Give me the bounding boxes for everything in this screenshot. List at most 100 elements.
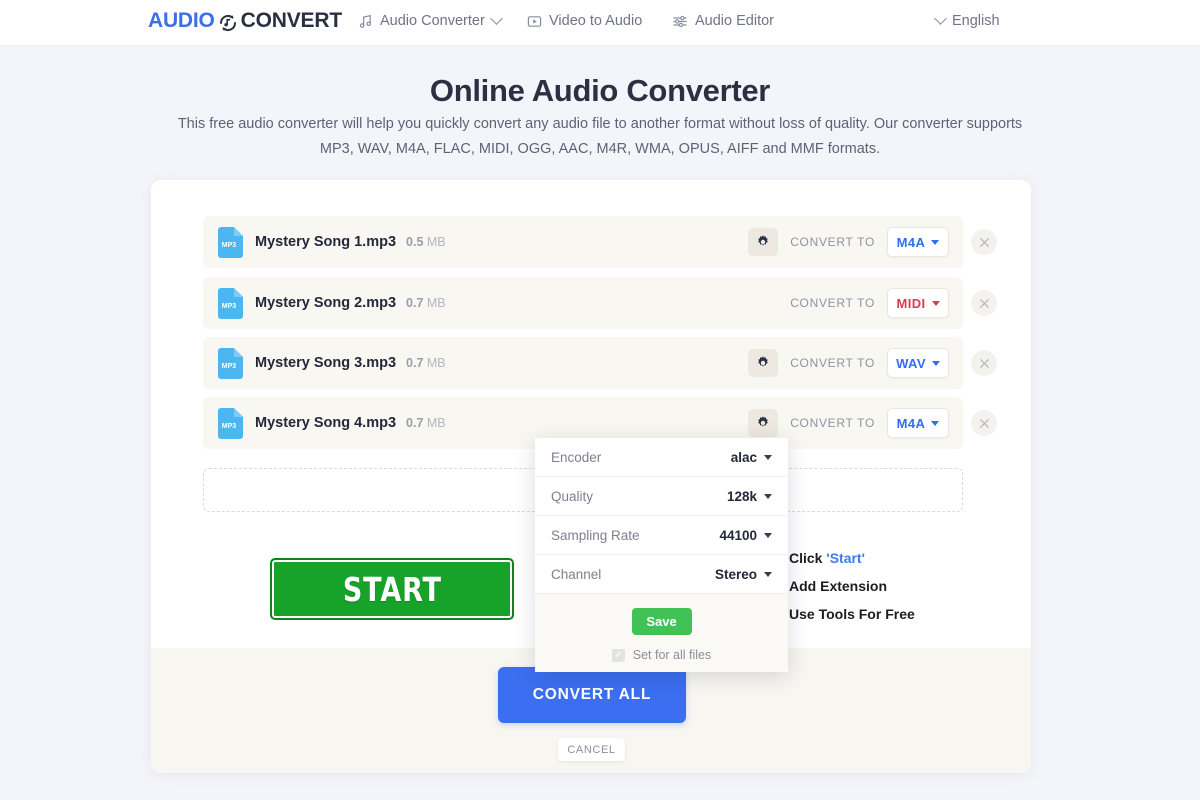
convert-to-label: CONVERT TO — [790, 416, 875, 430]
page-title: Online Audio Converter — [429, 73, 771, 108]
convert-to-label: CONVERT TO — [790, 296, 875, 310]
remove-file-button[interactable] — [971, 350, 997, 376]
setting-value-dropdown[interactable]: alac — [731, 450, 772, 465]
setting-value-dropdown[interactable]: Stereo — [715, 567, 772, 582]
setting-label: Channel — [551, 566, 602, 582]
nav-label-audio-converter: Audio Converter — [380, 13, 485, 29]
svg-text:MP3: MP3 — [222, 242, 237, 249]
chevron-down-icon — [931, 239, 940, 245]
file-name: Mystery Song 4.mp3 — [255, 415, 397, 431]
setting-row-channel[interactable]: Channel Stereo — [535, 555, 788, 594]
nav-item-video-to-audio[interactable]: Video to Audio — [527, 13, 642, 29]
file-size: 0.7 MB — [406, 416, 446, 430]
site-logo[interactable]: AUDIO CONVERT — [148, 9, 342, 33]
start-button-label: START — [342, 569, 442, 609]
convert-to-label: CONVERT TO — [790, 356, 875, 370]
logo-text-convert: CONVERT — [240, 9, 342, 32]
converter-card: MP3 Mystery Song 1.mp3 0.5 MB CONVERT TO… — [151, 180, 1031, 773]
row-controls: CONVERT TO MIDI — [790, 288, 963, 318]
chevron-down-icon — [934, 11, 947, 25]
video-play-icon — [527, 14, 542, 29]
music-note-icon — [358, 14, 373, 29]
language-label: English — [952, 13, 1000, 29]
setting-label: Sampling Rate — [551, 527, 640, 543]
table-row[interactable]: MP3 Mystery Song 1.mp3 0.5 MB CONVERT TO… — [203, 216, 997, 268]
start-button[interactable]: START — [270, 558, 514, 620]
top-navigation-bar: AUDIO CONVERT Audio Converter Video to A… — [0, 0, 1200, 46]
save-button[interactable]: Save — [631, 608, 692, 635]
ad-line-3: Use Tools For Free — [789, 606, 915, 622]
format-dropdown[interactable]: WAV — [887, 348, 949, 378]
mp3-file-icon: MP3 — [218, 407, 243, 439]
file-size: 0.7 MB — [406, 356, 446, 370]
chevron-down-icon — [764, 454, 772, 460]
format-value: WAV — [896, 355, 926, 371]
file-name: Mystery Song 2.mp3 — [255, 295, 397, 311]
file-name: Mystery Song 3.mp3 — [255, 355, 397, 371]
nav-item-audio-converter[interactable]: Audio Converter — [358, 11, 503, 29]
convert-all-label: CONVERT ALL — [532, 686, 652, 703]
chevron-down-icon — [931, 420, 940, 426]
cancel-button[interactable]: CANCEL — [558, 738, 625, 761]
remove-file-button[interactable] — [971, 410, 997, 436]
set-for-all-files-row[interactable]: ✓ Set for all files — [535, 648, 788, 662]
page-subtitle: This free audio converter will help you … — [177, 116, 1023, 157]
convert-to-label: CONVERT TO — [790, 235, 875, 249]
format-value: M4A — [896, 415, 926, 431]
row-controls: CONVERT TO WAV — [748, 348, 963, 378]
format-dropdown[interactable]: M4A — [887, 227, 949, 257]
chevron-down-icon — [764, 493, 772, 499]
ad-banner[interactable]: Click 'Start' Add Extension Use Tools Fo… — [789, 550, 989, 634]
ad-line-2: Add Extension — [789, 578, 888, 594]
mp3-file-icon: MP3 — [218, 347, 243, 379]
svg-text:MP3: MP3 — [222, 363, 237, 370]
setting-value: alac — [730, 449, 757, 465]
file-name: Mystery Song 1.mp3 — [255, 234, 397, 250]
svg-text:MP3: MP3 — [222, 303, 237, 310]
chevron-down-icon — [489, 11, 503, 25]
remove-file-button[interactable] — [971, 229, 997, 255]
checkbox-icon[interactable]: ✓ — [611, 648, 625, 662]
setting-row-sampling-rate[interactable]: Sampling Rate 44100 — [535, 516, 788, 555]
nav-item-audio-editor[interactable]: Audio Editor — [672, 13, 774, 29]
language-selector[interactable]: English — [934, 11, 1000, 29]
nav-label-audio-editor: Audio Editor — [695, 13, 774, 29]
settings-popup: Encoder alac Quality 128k Sampling Rate … — [535, 438, 788, 672]
setting-row-quality[interactable]: Quality 128k — [535, 477, 788, 516]
table-row[interactable]: MP3 Mystery Song 2.mp3 0.7 MB CONVERT TO… — [203, 277, 997, 329]
convert-all-button[interactable]: CONVERT ALL — [498, 667, 686, 723]
chevron-down-icon — [764, 532, 772, 538]
setting-value-dropdown[interactable]: 128k — [727, 489, 772, 504]
settings-gear-icon[interactable] — [748, 409, 779, 437]
row-controls: CONVERT TO M4A — [748, 408, 963, 438]
logo-refresh-music-icon — [217, 12, 239, 34]
setting-value-dropdown[interactable]: 44100 — [719, 528, 772, 543]
setting-value: 128k — [726, 488, 757, 504]
format-value: MIDI — [896, 295, 926, 311]
set-for-all-files-label: Set for all files — [632, 648, 712, 662]
sliders-icon — [672, 14, 688, 29]
cancel-label: CANCEL — [567, 743, 616, 756]
chevron-down-icon — [931, 360, 940, 366]
file-size: 0.5 MB — [406, 235, 446, 249]
table-row[interactable]: MP3 Mystery Song 3.mp3 0.7 MB CONVERT TO… — [203, 337, 997, 389]
save-label: Save — [646, 614, 677, 629]
setting-label: Quality — [551, 488, 594, 504]
format-dropdown[interactable]: MIDI — [887, 288, 949, 318]
settings-gear-icon[interactable] — [748, 349, 779, 377]
remove-file-button[interactable] — [971, 290, 997, 316]
logo-text-audio: AUDIO — [148, 9, 215, 32]
format-value: M4A — [896, 234, 926, 250]
format-dropdown[interactable]: M4A — [887, 408, 949, 438]
svg-text:MP3: MP3 — [222, 423, 237, 430]
mp3-file-icon: MP3 — [218, 287, 243, 319]
chevron-down-icon — [931, 300, 940, 306]
setting-value: 44100 — [719, 527, 757, 543]
setting-row-encoder[interactable]: Encoder alac — [535, 438, 788, 477]
setting-value: Stereo — [714, 566, 757, 582]
settings-gear-icon[interactable] — [748, 228, 779, 256]
ad-line-1: Click 'Start' — [789, 550, 865, 566]
mp3-file-icon: MP3 — [218, 226, 243, 258]
chevron-down-icon — [764, 571, 772, 577]
nav-label-video-to-audio: Video to Audio — [549, 13, 643, 29]
